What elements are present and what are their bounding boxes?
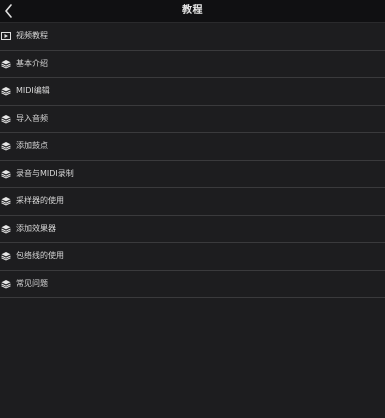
layers-icon bbox=[1, 142, 11, 151]
menu-item-add-effects[interactable]: 添加效果器 bbox=[0, 216, 385, 243]
menu-item-label: 视频教程 bbox=[16, 31, 48, 40]
menu-item-faq[interactable]: 常见问题 bbox=[0, 271, 385, 298]
menu-item-import-audio[interactable]: 导入音频 bbox=[0, 106, 385, 133]
menu-item-midi-edit[interactable]: MIDI编辑 bbox=[0, 78, 385, 106]
layers-icon bbox=[1, 279, 11, 289]
layers-icon bbox=[1, 169, 11, 179]
menu-item-label: 添加鼓点 bbox=[16, 141, 48, 150]
tutorial-menu-list: 视频教程 基本介绍 MIDI编辑 导入音频 添加鼓点 录音与MIDI录制 采样器… bbox=[0, 23, 385, 298]
menu-item-sampler[interactable]: 采样器的使用 bbox=[0, 188, 385, 216]
menu-item-label: 导入音频 bbox=[16, 113, 48, 123]
layers-icon bbox=[1, 197, 11, 206]
menu-item-envelope[interactable]: 包络线的使用 bbox=[0, 243, 385, 271]
video-play-icon bbox=[1, 32, 11, 40]
menu-item-label: 基本介绍 bbox=[16, 58, 48, 68]
menu-item-label: 添加效果器 bbox=[16, 223, 56, 233]
menu-item-label: 采样器的使用 bbox=[16, 196, 64, 205]
layers-icon bbox=[1, 224, 11, 234]
menu-item-video-tutorial[interactable]: 视频教程 bbox=[0, 23, 385, 51]
menu-item-label: 包络线的使用 bbox=[16, 251, 64, 260]
menu-item-label: 录音与MIDI录制 bbox=[16, 168, 74, 178]
menu-item-add-drums[interactable]: 添加鼓点 bbox=[0, 133, 385, 161]
layers-icon bbox=[1, 114, 11, 124]
menu-item-label: MIDI编辑 bbox=[16, 86, 50, 95]
page-title: 教程 bbox=[182, 5, 203, 16]
navigation-bar: 教程 bbox=[0, 0, 385, 23]
layers-icon bbox=[1, 87, 11, 96]
menu-item-label: 常见问题 bbox=[16, 278, 48, 288]
menu-item-recording-midi[interactable]: 录音与MIDI录制 bbox=[0, 161, 385, 188]
layers-icon bbox=[1, 59, 11, 69]
tutorial-screen: 教程 视频教程 基本介绍 MIDI编辑 导入音频 添加鼓点 录音与MIDI录制 … bbox=[0, 0, 385, 418]
layers-icon bbox=[1, 252, 11, 261]
menu-item-basic-intro[interactable]: 基本介绍 bbox=[0, 51, 385, 78]
